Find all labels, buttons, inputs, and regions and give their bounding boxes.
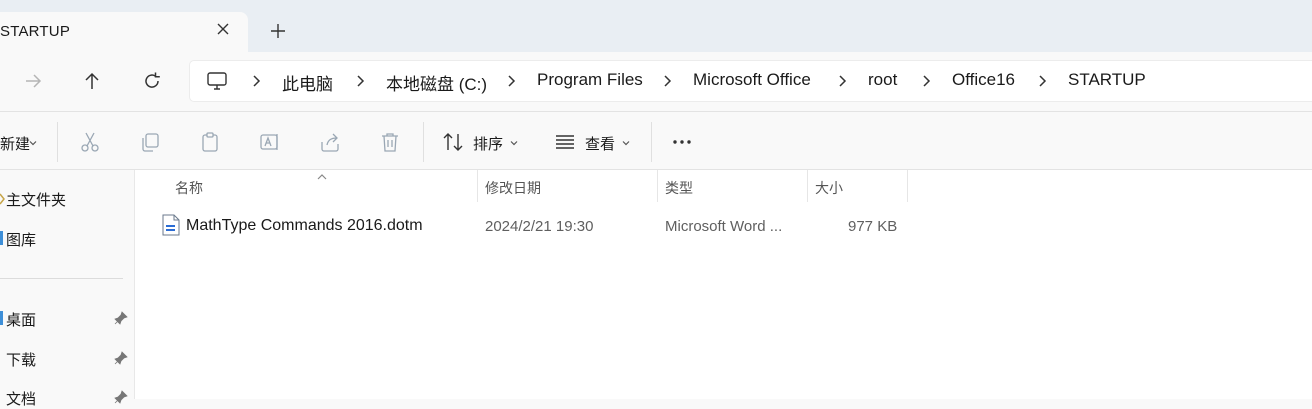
copy-icon[interactable] — [138, 130, 162, 154]
more-options-icon[interactable] — [670, 130, 694, 154]
refresh-icon[interactable] — [138, 67, 166, 95]
cut-icon[interactable] — [78, 130, 102, 154]
breadcrumb-this-pc[interactable]: 此电脑 — [282, 70, 333, 94]
column-divider[interactable] — [907, 170, 908, 202]
column-header-size[interactable]: 大小 — [815, 178, 843, 198]
breadcrumb-startup[interactable]: STARTUP — [1068, 70, 1146, 92]
column-header-name[interactable]: 名称 — [175, 178, 203, 198]
gallery-icon — [0, 231, 3, 245]
file-list — [135, 170, 1312, 399]
column-divider[interactable] — [477, 170, 478, 202]
sidebar-item-home[interactable]: 主文件夹 — [6, 189, 66, 210]
up-arrow-icon[interactable] — [78, 67, 106, 95]
toolbar-divider — [651, 122, 652, 162]
new-tab-plus-icon[interactable] — [268, 21, 288, 41]
sort-icon[interactable] — [441, 130, 465, 154]
column-divider[interactable] — [657, 170, 658, 202]
breadcrumb-office16[interactable]: Office16 — [952, 70, 1015, 92]
chevron-right-icon[interactable] — [662, 72, 674, 90]
column-header-type[interactable]: 类型 — [665, 178, 693, 198]
file-size: 977 KB — [848, 218, 898, 235]
chevron-right-icon[interactable] — [837, 72, 849, 90]
sidebar-item-downloads[interactable]: 下载 — [6, 349, 36, 370]
chevron-down-icon[interactable] — [620, 136, 632, 148]
sort-button[interactable]: 排序 — [473, 133, 503, 154]
file-name[interactable]: MathType Commands 2016.dotm — [186, 217, 423, 235]
tab-title: STARTUP — [0, 23, 71, 40]
chevron-right-icon[interactable] — [251, 72, 263, 90]
delete-icon[interactable] — [378, 130, 402, 154]
word-document-icon — [162, 214, 180, 236]
toolbar-divider — [57, 122, 58, 162]
share-icon[interactable] — [318, 130, 342, 154]
breadcrumb-root[interactable]: root — [868, 70, 897, 92]
pin-icon[interactable] — [114, 351, 128, 365]
breadcrumb-program-files[interactable]: Program Files — [537, 70, 643, 92]
sidebar-divider — [0, 278, 123, 279]
home-icon — [0, 190, 5, 206]
this-pc-icon[interactable] — [205, 69, 229, 93]
new-button[interactable]: 新建 — [0, 133, 30, 154]
close-tab-icon[interactable] — [214, 19, 232, 39]
forward-arrow-icon[interactable] — [19, 67, 47, 95]
chevron-right-icon[interactable] — [506, 72, 518, 90]
view-icon[interactable] — [553, 130, 577, 154]
pin-icon[interactable] — [114, 311, 128, 325]
file-type: Microsoft Word ... — [665, 218, 783, 235]
desktop-icon — [0, 311, 3, 325]
command-bar — [0, 112, 1312, 170]
column-divider[interactable] — [807, 170, 808, 202]
chevron-right-icon[interactable] — [921, 72, 933, 90]
pin-icon[interactable] — [114, 390, 128, 404]
chevron-right-icon[interactable] — [1037, 72, 1049, 90]
breadcrumb-microsoft-office[interactable]: Microsoft Office — [693, 70, 811, 92]
sort-ascending-icon — [316, 168, 328, 180]
file-modified: 2024/2/21 19:30 — [485, 218, 594, 235]
view-button[interactable]: 查看 — [585, 133, 615, 154]
breadcrumb-local-disk[interactable]: 本地磁盘 (C:) — [386, 70, 487, 94]
toolbar-divider — [423, 122, 424, 162]
column-header-modified[interactable]: 修改日期 — [485, 178, 541, 198]
sidebar-item-desktop[interactable]: 桌面 — [6, 309, 36, 330]
chevron-down-icon[interactable] — [508, 136, 520, 148]
chevron-right-icon[interactable] — [355, 72, 367, 90]
paste-icon[interactable] — [198, 130, 222, 154]
chevron-down-icon[interactable] — [27, 136, 39, 148]
sidebar-item-gallery[interactable]: 图库 — [6, 229, 36, 250]
rename-icon[interactable] — [258, 130, 282, 154]
